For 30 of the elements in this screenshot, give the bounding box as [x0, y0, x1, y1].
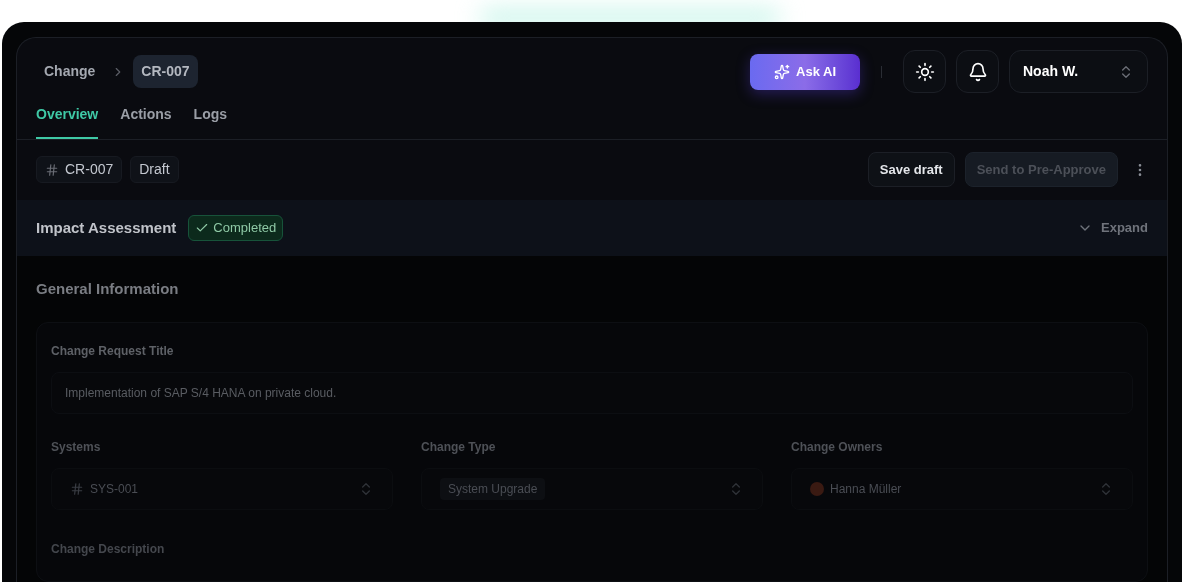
sun-icon [914, 61, 935, 82]
ask-ai-button[interactable]: Ask AI [750, 53, 860, 90]
field-label: Change Description [51, 541, 166, 558]
expand-button[interactable]: Expand [1077, 218, 1148, 238]
bell-icon [967, 61, 988, 82]
select-value: Hanna Müller [830, 481, 902, 498]
id-tag: CR-007 [36, 156, 123, 184]
tab[interactable]: Actions [120, 103, 172, 139]
status-tag: Draft [130, 156, 179, 184]
section-title: General Information [36, 278, 180, 299]
sparkle-icon [774, 63, 790, 80]
hash-icon [70, 482, 84, 496]
breadcrumb-item[interactable]: CR-007 [133, 55, 198, 89]
notifications-button[interactable] [956, 50, 999, 94]
tab[interactable]: Logs [193, 103, 228, 139]
field-label: Change Type [421, 439, 497, 456]
theme-toggle-button[interactable] [903, 50, 946, 94]
section-title: Impact Assessment [36, 217, 177, 238]
select-tag: System Upgrade [440, 478, 546, 500]
select-value: SYS-001 [90, 481, 139, 498]
user-select[interactable]: Noah W. [1009, 50, 1148, 94]
hash-icon [45, 162, 59, 177]
breadcrumb-item[interactable]: Change [36, 55, 104, 89]
status-badge: Completed [188, 215, 284, 241]
field-label: Change Owners [791, 439, 884, 456]
tab[interactable]: Overview [36, 103, 99, 139]
avatar-icon [810, 482, 824, 496]
field-label: Systems [51, 439, 102, 456]
field-label: Change Request Title [51, 343, 175, 360]
toolbar-button[interactable]: Save draft [867, 152, 955, 188]
